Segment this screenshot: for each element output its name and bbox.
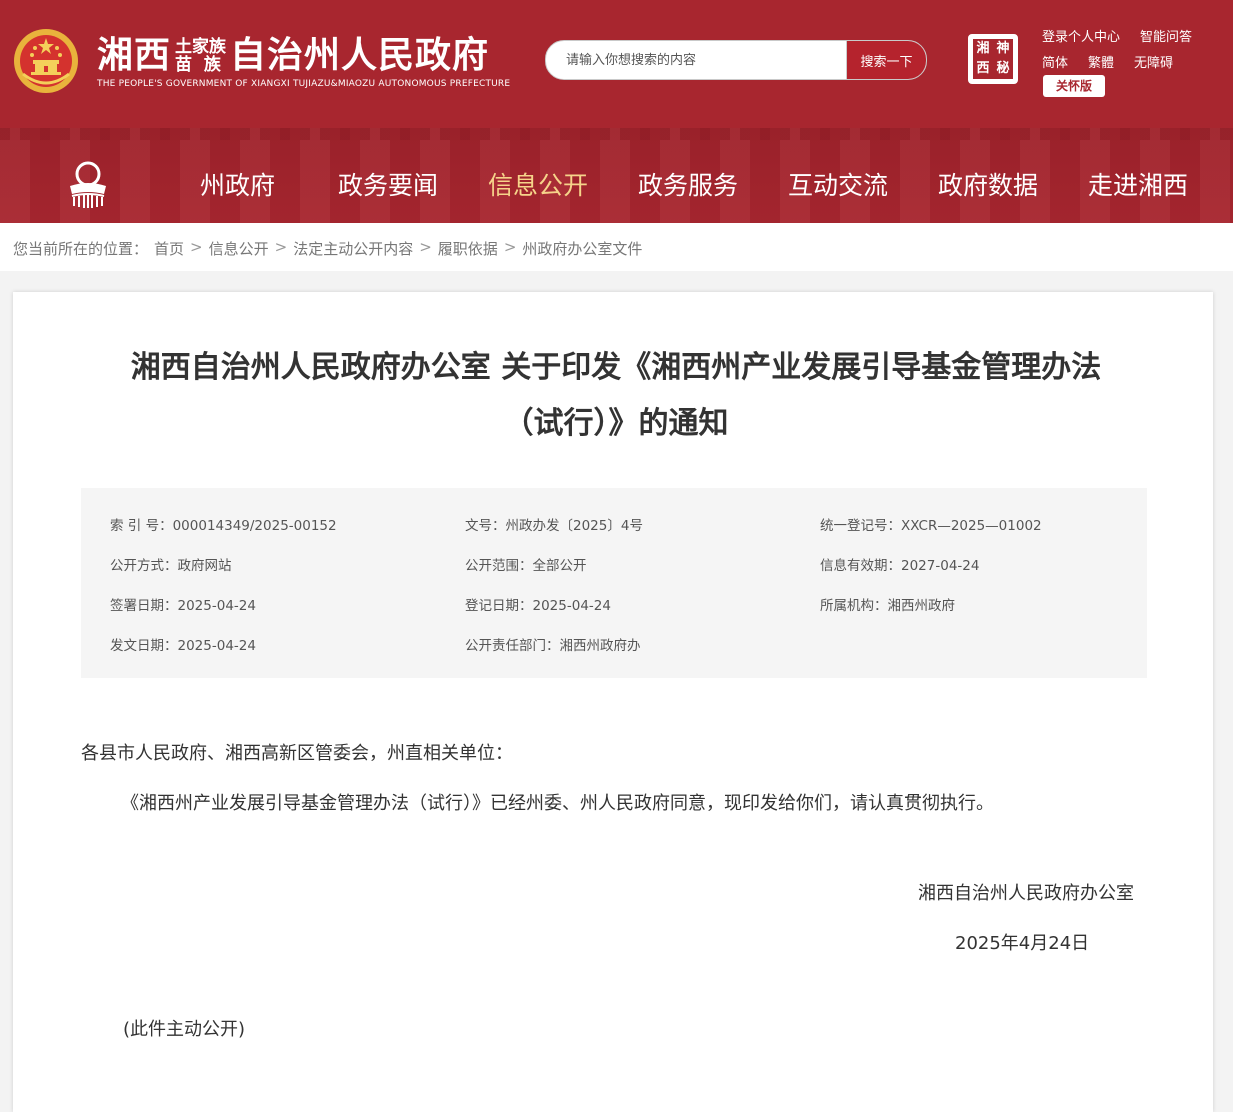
site-name-english: THE PEOPLE'S GOVERNMENT OF XIANGXI TUJIA… [97,79,511,89]
breadcrumb-statutory-content[interactable]: 法定主动公开内容 [293,238,413,259]
meta-dept: 公开责任部门：湘西州政府办 [465,638,641,654]
main-nav: 州政府 政务要闻 信息公开 政务服务 互动交流 政府数据 走进湘西 [0,148,1233,220]
site-header: 湘西 土家族 苗 族 自治州人民政府 THE PEOPLE'S GOVERNME… [0,0,1233,223]
breadcrumb-separator: > [274,238,288,256]
seal-char: 湘 [976,41,990,56]
search-input[interactable] [546,41,844,79]
search-box: 搜索一下 [545,40,927,80]
smart-qa-link[interactable]: 智能问答 [1140,26,1192,45]
article-date: 2025年4月24日 [955,933,1090,954]
nav-item-gov-services[interactable]: 政务服务 [638,166,738,202]
article-title-line2: （试行）》的通知 [503,406,729,441]
article-salutation: 各县市人民政府、湘西高新区管委会，州直相关单位： [81,743,513,764]
nav-item-about-xiangxi[interactable]: 走进湘西 [1088,166,1188,202]
site-name-part1: 湘西 [97,35,172,76]
site-name-ethnic-top: 土家族 [175,37,227,57]
simplified-link[interactable]: 简体 [1042,52,1068,71]
breadcrumb: 您当前所在的位置： 首页 > 信息公开 > 法定主动公开内容 > 履职依据 > … [13,238,642,259]
traditional-link[interactable]: 繁體 [1088,52,1114,71]
site-name-ethnic-bottom: 苗 族 [175,55,221,75]
breadcrumb-duty-basis[interactable]: 履职依据 [438,238,498,259]
meta-publish-method: 公开方式：政府网站 [110,558,232,574]
breadcrumb-home[interactable]: 首页 [154,238,184,259]
meta-issue-date: 发文日期：2025-04-24 [110,638,256,654]
nav-item-interaction[interactable]: 互动交流 [788,166,888,202]
breadcrumb-bar: 您当前所在的位置： 首页 > 信息公开 > 法定主动公开内容 > 履职依据 > … [0,223,1233,271]
breadcrumb-prefix: 您当前所在的位置： [13,240,149,258]
xiangxi-mystery-seal-icon[interactable]: 湘 神 西 秘 [968,34,1018,84]
meta-doc-no: 文号：州政办发〔2025〕4号 [465,518,643,534]
meta-sign-date: 签署日期：2025-04-24 [110,598,256,614]
breadcrumb-info-disclosure[interactable]: 信息公开 [209,238,269,259]
nav-item-prefecture-gov[interactable]: 州政府 [200,166,275,202]
breadcrumb-office-docs[interactable]: 州政府办公室文件 [522,238,642,259]
nav-item-gov-data[interactable]: 政府数据 [938,166,1038,202]
national-emblem-icon[interactable] [13,28,79,94]
meta-reg-no: 统一登记号：XXCR—2025—01002 [820,518,1042,534]
meta-publish-scope: 公开范围：全部公开 [465,558,587,574]
meta-register-date: 登记日期：2025-04-24 [465,598,611,614]
login-link[interactable]: 登录 [1042,26,1068,45]
article-title-line1: 湘西自治州人民政府办公室 关于印发《湘西州产业发展引导基金管理办法 [130,350,1102,385]
user-center-link[interactable]: 个人中心 [1068,26,1120,45]
meta-valid-until: 信息有效期：2027-04-24 [820,558,980,574]
document-meta-table: 索 引 号：000014349/2025-00152 文号：州政办发〔2025〕… [81,488,1147,678]
silver-ornament-icon[interactable] [64,160,112,210]
breadcrumb-separator: > [190,238,203,256]
top-links: 登录 个人中心 智能问答 简体 繁體 无障碍 [1042,22,1192,74]
article-title: 湘西自治州人民政府办公室 关于印发《湘西州产业发展引导基金管理办法 （试行）》的… [60,340,1172,452]
care-mode-button[interactable]: 关怀版 [1043,75,1105,97]
search-button[interactable]: 搜索一下 [846,41,926,79]
seal-char: 秘 [996,61,1010,76]
nav-item-gov-news[interactable]: 政务要闻 [338,166,438,202]
site-name[interactable]: 湘西 土家族 苗 族 自治州人民政府 [97,36,489,76]
header-decor-border [0,128,1233,140]
meta-org: 所属机构：湘西州政府 [820,598,955,614]
article-signature: 湘西自治州人民政府办公室 [918,883,1134,904]
site-name-part2: 自治州人民政府 [230,35,490,76]
nav-item-info-disclosure[interactable]: 信息公开 [488,166,588,202]
article-paragraph: 《湘西州产业发展引导基金管理办法（试行）》已经州委、州人民政府同意，现印发给你们… [121,793,994,814]
article-public-note: (此件主动公开) [123,1019,246,1040]
seal-char: 神 [996,41,1010,56]
accessibility-link[interactable]: 无障碍 [1134,52,1173,71]
seal-char: 西 [976,61,990,76]
site-name-ethnic-stack: 土家族 苗 族 [175,38,226,74]
breadcrumb-separator: > [419,238,432,256]
breadcrumb-separator: > [503,238,517,256]
meta-index-no: 索 引 号：000014349/2025-00152 [110,518,337,534]
